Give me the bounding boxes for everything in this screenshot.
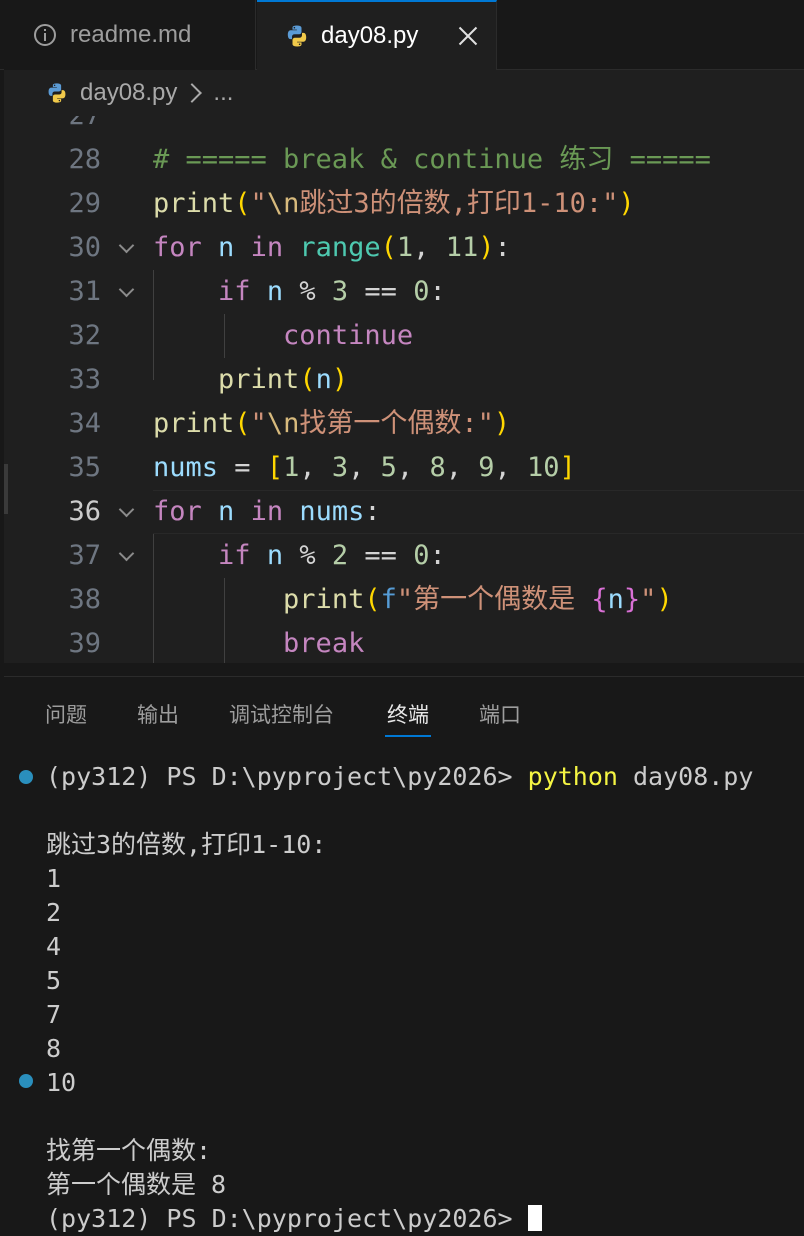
line-number: 27 (4, 116, 101, 138)
line-number: 28 (68, 144, 101, 175)
tab-terminal[interactable]: 终端 (385, 699, 431, 737)
chevron-down-icon[interactable] (118, 501, 135, 518)
terminal-output-line: 第一个偶数是 8 (46, 1170, 227, 1199)
line-number: 34 (68, 408, 101, 439)
code-line: 38 print(f"第一个偶数是 {n}") (4, 578, 804, 622)
chevron-down-icon[interactable] (118, 545, 135, 562)
breadcrumb-file[interactable]: day08.py (80, 79, 177, 107)
terminal-output-line: 2 (46, 898, 62, 927)
python-icon (287, 25, 307, 47)
info-icon (34, 24, 56, 46)
terminal-output-line: 1 (46, 864, 62, 893)
tab-ports[interactable]: 端口 (479, 699, 521, 729)
code-editor[interactable]: 27 28 # ===== break & continue 练习 ===== … (4, 116, 804, 663)
close-icon[interactable] (458, 26, 478, 46)
tab-label: day08.py (321, 22, 419, 49)
code-text: for n in nums: (153, 496, 381, 527)
terminal-command-args: day08.py (617, 762, 754, 791)
breadcrumb: day08.py ... (4, 70, 804, 116)
code-line: 39 break (4, 622, 804, 663)
breadcrumb-symbols[interactable]: ... (213, 79, 233, 107)
code-text: print(f"第一个偶数是 {n}") (283, 584, 673, 615)
line-number: 29 (68, 188, 101, 219)
code-line: 33 print(n) (4, 358, 804, 402)
line-number: 31 (68, 276, 101, 307)
line-number: 38 (68, 584, 101, 615)
code-text: continue (283, 320, 414, 351)
terminal-output-line: 7 (46, 1000, 62, 1029)
code-text: print("\n找第一个偶数:") (153, 408, 511, 439)
code-text: if n % 3 == 0: (218, 276, 446, 307)
code-line: 29 print("\n跳过3的倍数,打印1-10:") (4, 182, 804, 226)
code-text: nums = [1, 3, 5, 8, 9, 10] (153, 452, 576, 483)
code-line: 35 nums = [1, 3, 5, 8, 9, 10] (4, 446, 804, 490)
line-number: 32 (68, 320, 101, 351)
terminal-output-line: 找第一个偶数: (46, 1136, 212, 1165)
code-line-current: 36 for n in nums: (4, 490, 804, 534)
bottom-panel: 问题 输出 调试控制台 终端 端口 (py312) PS D:\pyprojec… (4, 676, 804, 1233)
tab-day08[interactable]: day08.py (257, 0, 497, 70)
code-line: 34 print("\n找第一个偶数:") (4, 402, 804, 446)
terminal-prompt-line: (py312) PS D:\pyproject\py2026> (46, 1202, 542, 1236)
terminal-output-line: 跳过3的倍数,打印1-10: (46, 830, 327, 859)
command-decoration-icon[interactable] (19, 770, 33, 784)
line-number: 33 (68, 364, 101, 395)
terminal[interactable]: (py312) PS D:\pyproject\py2026> python d… (4, 739, 804, 1233)
code-line: 28 # ===== break & continue 练习 ===== (4, 138, 804, 182)
tab-problems[interactable]: 问题 (45, 699, 87, 729)
tab-debug-console[interactable]: 调试控制台 (229, 699, 334, 729)
chevron-down-icon[interactable] (118, 281, 135, 298)
terminal-command-program: python (527, 762, 618, 791)
code-text: break (283, 628, 365, 659)
chevron-right-icon (182, 83, 203, 103)
code-line: 27 (4, 116, 804, 138)
terminal-output-line: 8 (46, 1034, 62, 1063)
tab-label: readme.md (70, 21, 192, 48)
line-number: 37 (68, 540, 101, 571)
line-number: 36 (68, 496, 101, 527)
editor-tab-bar: readme.md day08.py (0, 0, 804, 70)
terminal-output-line: 4 (46, 932, 62, 961)
terminal-output-line: 5 (46, 966, 62, 995)
code-text: if n % 2 == 0: (218, 540, 446, 571)
code-line: 37 if n % 2 == 0: (4, 534, 804, 578)
line-number: 35 (68, 452, 101, 483)
chevron-down-icon[interactable] (118, 237, 135, 254)
code-line: 32 continue (4, 314, 804, 358)
code-text: # ===== break & continue 练习 ===== (153, 144, 711, 175)
code-text: for n in range(1, 11): (153, 232, 511, 263)
terminal-prompt: (py312) PS D:\pyproject\py2026> (46, 1204, 528, 1233)
terminal-command-line: (py312) PS D:\pyproject\py2026> python d… (46, 760, 753, 794)
python-icon (48, 83, 66, 103)
code-text: print(n) (218, 364, 349, 395)
code-line: 30 for n in range(1, 11): (4, 226, 804, 270)
tab-output[interactable]: 输出 (137, 699, 179, 729)
panel-tab-bar: 问题 输出 调试控制台 终端 端口 (4, 677, 804, 739)
code-line: 31 if n % 3 == 0: (4, 270, 804, 314)
command-decoration-icon[interactable] (19, 1074, 33, 1088)
code-text: print("\n跳过3的倍数,打印1-10:") (153, 188, 635, 219)
terminal-cursor (527, 1205, 542, 1231)
tab-readme[interactable]: readme.md (4, 0, 256, 70)
line-number: 39 (68, 628, 101, 659)
terminal-prompt: (py312) PS D:\pyproject\py2026> (46, 762, 528, 791)
terminal-output-line: 10 (46, 1068, 77, 1097)
line-number: 30 (68, 232, 101, 263)
